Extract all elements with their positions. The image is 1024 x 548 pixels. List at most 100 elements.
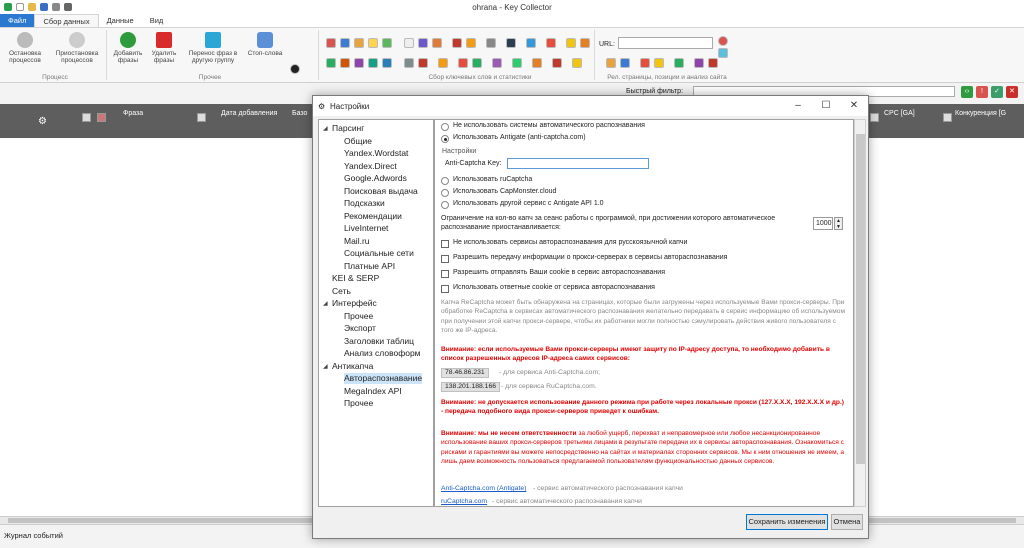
tree-item[interactable]: Прочее (344, 398, 373, 409)
anticaptcha-key-input[interactable] (507, 158, 649, 169)
hand-icon[interactable] (566, 38, 576, 48)
minimize-icon[interactable]: – (791, 99, 805, 113)
header-tool-icon[interactable] (97, 113, 106, 122)
red-tool-icon[interactable] (458, 58, 468, 68)
page-icon-2[interactable] (620, 58, 630, 68)
tree-expand-icon[interactable]: ◢ (323, 363, 328, 370)
contrast-icon[interactable] (290, 64, 300, 74)
m-icon[interactable] (492, 58, 502, 68)
tree-item[interactable]: Интерфейс (332, 298, 377, 309)
tab-data[interactable]: Данные (99, 14, 142, 27)
tree-item[interactable]: Парсинг (332, 123, 364, 134)
column-competition[interactable]: Конкуренция [G (955, 110, 1006, 117)
grid-settings-icon[interactable]: ⚙ (38, 116, 47, 127)
page-icon-7[interactable] (708, 58, 718, 68)
chart-icon[interactable] (340, 38, 350, 48)
column-cpc[interactable]: CPC [GA] (884, 110, 915, 117)
tree-item[interactable]: Анализ словоформ (344, 348, 421, 359)
close-icon[interactable]: ✕ (847, 99, 861, 113)
target-icon[interactable] (546, 38, 556, 48)
tab-view[interactable]: Вид (142, 14, 172, 27)
graph-icon[interactable] (452, 38, 462, 48)
checkbox-send-cookie[interactable] (441, 270, 449, 278)
event-journal-label[interactable]: Журнал событий (4, 531, 63, 540)
adwords-icon[interactable] (382, 38, 392, 48)
add-phrases-button[interactable]: Добавить фразы (110, 32, 146, 64)
tree-item[interactable]: Антикапча (332, 361, 373, 372)
tree-item[interactable]: KEI & SERP (332, 273, 379, 284)
search-engine-icon[interactable] (432, 38, 442, 48)
box-icon[interactable] (438, 58, 448, 68)
checkbox-response-cookie[interactable] (441, 285, 449, 293)
captcha-limit-input[interactable]: 1000 (813, 217, 833, 230)
radio-rucaptcha[interactable] (441, 177, 449, 185)
tree-item[interactable]: Рекомендации (344, 211, 402, 222)
checkbox-proxy-info[interactable] (441, 255, 449, 263)
tree-item[interactable]: Автораспознавание (344, 373, 423, 384)
gear-small-icon[interactable] (572, 58, 582, 68)
tab-data-collection[interactable]: Сбор данных (34, 14, 99, 27)
arrow-icon[interactable] (418, 58, 428, 68)
g-icon[interactable] (326, 58, 336, 68)
radio-none[interactable] (441, 123, 449, 131)
radio-capmonster[interactable] (441, 189, 449, 197)
column-date-added[interactable]: Дата добавления (221, 110, 277, 117)
filter-clear-icon[interactable]: ✕ (1006, 86, 1018, 98)
chart-icon-2[interactable] (354, 38, 364, 48)
record-icon[interactable] (718, 36, 728, 46)
captcha-limit-stepper[interactable]: ▲ ▼ (834, 217, 843, 230)
tree-item[interactable]: Поисковая выдача (344, 186, 418, 197)
move-phrases-button[interactable]: Перенос фраз в другую группу (183, 32, 243, 64)
a-icon[interactable] (382, 58, 392, 68)
tree-item[interactable]: Общие (344, 136, 372, 147)
page-icon-5[interactable] (674, 58, 684, 68)
radio-antigate[interactable] (441, 135, 449, 143)
tool-icon[interactable] (580, 38, 590, 48)
page-icon-4[interactable] (654, 58, 664, 68)
tree-item[interactable]: Сеть (332, 286, 351, 297)
tree-item[interactable]: LiveInternet (344, 223, 388, 234)
mail-icon[interactable] (506, 38, 516, 48)
filter-exclamation-icon[interactable]: ! (976, 86, 988, 98)
yandex-icon[interactable] (340, 58, 350, 68)
radio-other-service[interactable] (441, 201, 449, 209)
stop-processes-button[interactable]: Остановка процессов (2, 32, 48, 64)
pause-processes-button[interactable]: Приостановка процессов (52, 32, 102, 64)
wordstat-icon[interactable] (326, 38, 336, 48)
tree-expand-icon[interactable]: ◢ (323, 125, 328, 132)
content-scrollbar[interactable] (854, 119, 866, 507)
direct-icon[interactable] (368, 38, 378, 48)
anticaptcha-link[interactable]: Anti-Captcha.com (Antigate) (441, 485, 526, 492)
page-icon-6[interactable] (694, 58, 704, 68)
checkbox-no-russian[interactable] (441, 240, 449, 248)
tree-item[interactable]: Yandex.Wordstat (344, 148, 408, 159)
tree-item[interactable]: Социальные сети (344, 248, 414, 259)
column-icon-2[interactable] (870, 113, 879, 122)
tree-item[interactable]: Yandex.Direct (344, 161, 397, 172)
column-phrase[interactable]: Фраза (123, 110, 143, 117)
tree-item[interactable]: Mail.ru (344, 236, 370, 247)
tree-expand-icon[interactable]: ◢ (323, 300, 328, 307)
dialog-titlebar[interactable]: ⚙ Настройки – ☐ ✕ (313, 96, 868, 116)
rucaptcha-link[interactable]: ruCaptcha.com (441, 498, 487, 505)
green-tool-icon[interactable] (472, 58, 482, 68)
content-scroll-thumb[interactable] (856, 134, 865, 464)
k-icon[interactable] (404, 58, 414, 68)
tree-item[interactable]: Платные API (344, 261, 395, 272)
tree-item[interactable]: Экспорт (344, 323, 376, 334)
tree-item[interactable]: Прочее (344, 311, 373, 322)
url-input[interactable] (618, 37, 713, 49)
delete-phrases-button[interactable]: Удалить фразы (148, 32, 180, 64)
filter-apply-icon[interactable]: ‹› (961, 86, 973, 98)
column-base[interactable]: Базо (292, 110, 307, 117)
page-icon-3[interactable] (640, 58, 650, 68)
folder-icon[interactable] (466, 38, 476, 48)
social-icon[interactable] (354, 58, 364, 68)
tree-item[interactable]: Подсказки (344, 198, 385, 209)
li-icon[interactable] (404, 38, 414, 48)
filter-icon[interactable] (718, 48, 728, 58)
select-all-checkbox[interactable] (82, 113, 91, 122)
list-icon[interactable] (512, 58, 522, 68)
maximize-icon[interactable]: ☐ (819, 99, 833, 113)
search-icon[interactable] (486, 38, 496, 48)
